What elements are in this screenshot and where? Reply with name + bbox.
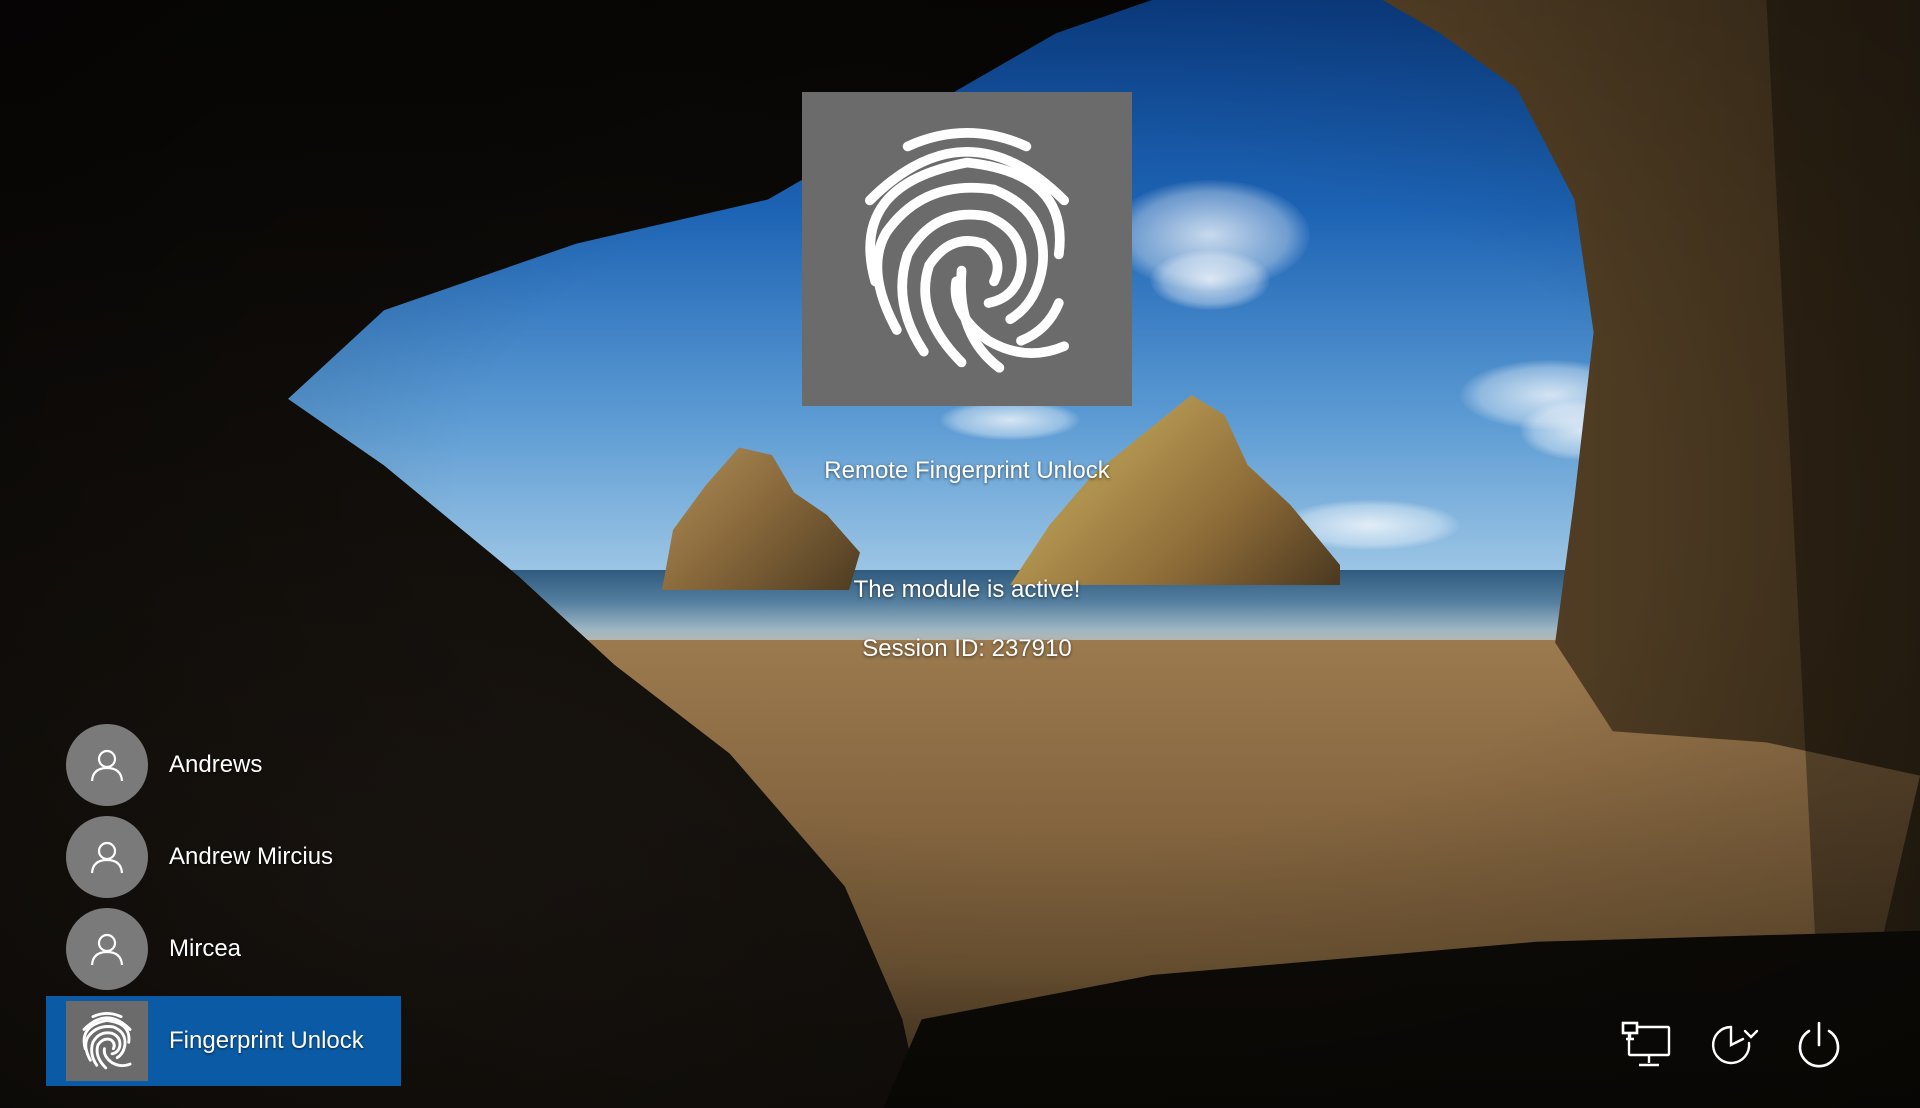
user-avatar-icon xyxy=(90,841,124,874)
avatar xyxy=(66,816,148,898)
fingerprint-icon xyxy=(82,1012,132,1070)
user-name: Andrew Mircius xyxy=(169,843,334,870)
user-avatar-icon xyxy=(90,933,124,966)
user-item-fingerprint-unlock[interactable]: Fingerprint Unlock xyxy=(46,996,401,1086)
fingerprint-icon xyxy=(864,128,1070,373)
user-avatar-icon xyxy=(90,749,124,782)
power-button[interactable] xyxy=(1788,1014,1850,1076)
user-item-andrew-mircius[interactable]: Andrew Mircius xyxy=(46,812,401,902)
session-id-text: Session ID: 237910 xyxy=(862,635,1072,662)
user-item-mircea[interactable]: Mircea xyxy=(46,904,401,994)
login-title: Remote Fingerprint Unlock xyxy=(824,457,1110,484)
network-button[interactable] xyxy=(1616,1014,1678,1076)
lock-screen: Remote Fingerprint Unlock The module is … xyxy=(0,0,1920,1108)
avatar xyxy=(66,908,148,990)
user-item-andrews[interactable]: Andrews xyxy=(46,720,401,810)
user-name: Andrews xyxy=(169,751,263,778)
network-icon xyxy=(1621,1021,1671,1067)
power-icon xyxy=(1798,1021,1840,1068)
ease-of-access-icon xyxy=(1711,1025,1759,1065)
user-name: Fingerprint Unlock xyxy=(169,1027,364,1054)
fingerprint-avatar xyxy=(66,1001,148,1081)
module-status-text: The module is active! xyxy=(853,576,1081,603)
fingerprint-tile xyxy=(802,92,1132,406)
system-icons xyxy=(1616,1014,1876,1084)
avatar xyxy=(66,724,148,806)
user-name: Mircea xyxy=(169,935,242,962)
ease-of-access-button[interactable] xyxy=(1702,1014,1764,1076)
